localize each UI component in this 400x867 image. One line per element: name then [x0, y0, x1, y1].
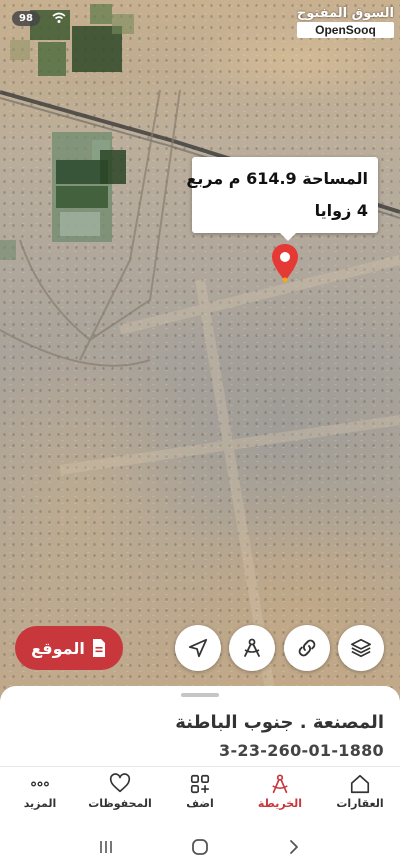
- satellite-map[interactable]: 98 السوق المفتوح OpenSooq المساحة 614.9 …: [0, 0, 400, 700]
- watermark-brand: OpenSooq: [296, 22, 394, 38]
- divider: [0, 766, 400, 767]
- nav-item-add[interactable]: اضف: [160, 769, 240, 817]
- wifi-icon: [52, 12, 66, 23]
- nav-label-properties: العقارات: [336, 797, 384, 810]
- add-grid-icon: [190, 774, 210, 794]
- map-features: [0, 4, 400, 691]
- nav-item-more[interactable]: المزيد: [0, 769, 80, 817]
- heart-icon: [109, 773, 131, 793]
- document-icon: [92, 639, 105, 657]
- measure-button[interactable]: [229, 625, 275, 671]
- layers-icon: [351, 638, 371, 658]
- plot-code: 3-23-260-01-1880: [219, 741, 384, 760]
- opensooq-watermark: السوق المفتوح OpenSooq: [296, 6, 394, 38]
- nav-label-add: اضف: [186, 797, 214, 810]
- drag-handle[interactable]: [181, 693, 219, 697]
- battery-indicator: 98: [12, 11, 40, 26]
- map-compass-icon: [272, 774, 288, 794]
- nav-item-map[interactable]: الخريطة: [240, 769, 320, 817]
- my-location-button[interactable]: [175, 625, 221, 671]
- layers-button[interactable]: [338, 625, 384, 671]
- watermark-arabic: السوق المفتوح: [296, 6, 394, 21]
- recent-apps-icon[interactable]: [97, 838, 115, 856]
- back-chevron-icon[interactable]: [285, 838, 303, 856]
- nav-label-map: الخريطة: [257, 797, 303, 810]
- farm-fields-middle: [0, 132, 126, 260]
- share-link-button[interactable]: [284, 625, 330, 671]
- nav-label-more: المزيد: [23, 797, 57, 810]
- bottom-sheet: المصنعة . جنوب الباطنة 3-23-260-01-1880 …: [0, 686, 400, 867]
- measure-icon: [244, 638, 260, 657]
- navigation-arrow-icon: [188, 638, 208, 658]
- listing-title: المصنعة . جنوب الباطنة: [175, 712, 384, 733]
- bottom-navigation: العقارات الخريطة اضف المحفوظات المزيد: [0, 769, 400, 817]
- system-navigation-bar: [0, 826, 400, 867]
- location-pin-icon[interactable]: [271, 243, 299, 283]
- battery-level: 98: [19, 13, 33, 24]
- nav-item-saved[interactable]: المحفوظات: [80, 769, 160, 817]
- nav-label-saved: المحفوظات: [88, 797, 152, 810]
- location-button[interactable]: الموقع: [15, 626, 123, 670]
- info-bubble: المساحة 614.9 م مربع 4 زوايا: [186, 157, 378, 241]
- location-button-label: الموقع: [31, 638, 85, 658]
- corners-text: 4 زوايا: [314, 201, 368, 220]
- link-icon: [298, 639, 316, 657]
- home-icon[interactable]: [190, 837, 210, 857]
- more-dots-icon: [31, 781, 49, 787]
- area-text: المساحة 614.9 م مربع: [186, 169, 368, 188]
- house-icon: [350, 774, 370, 794]
- nav-item-properties[interactable]: العقارات: [320, 769, 400, 817]
